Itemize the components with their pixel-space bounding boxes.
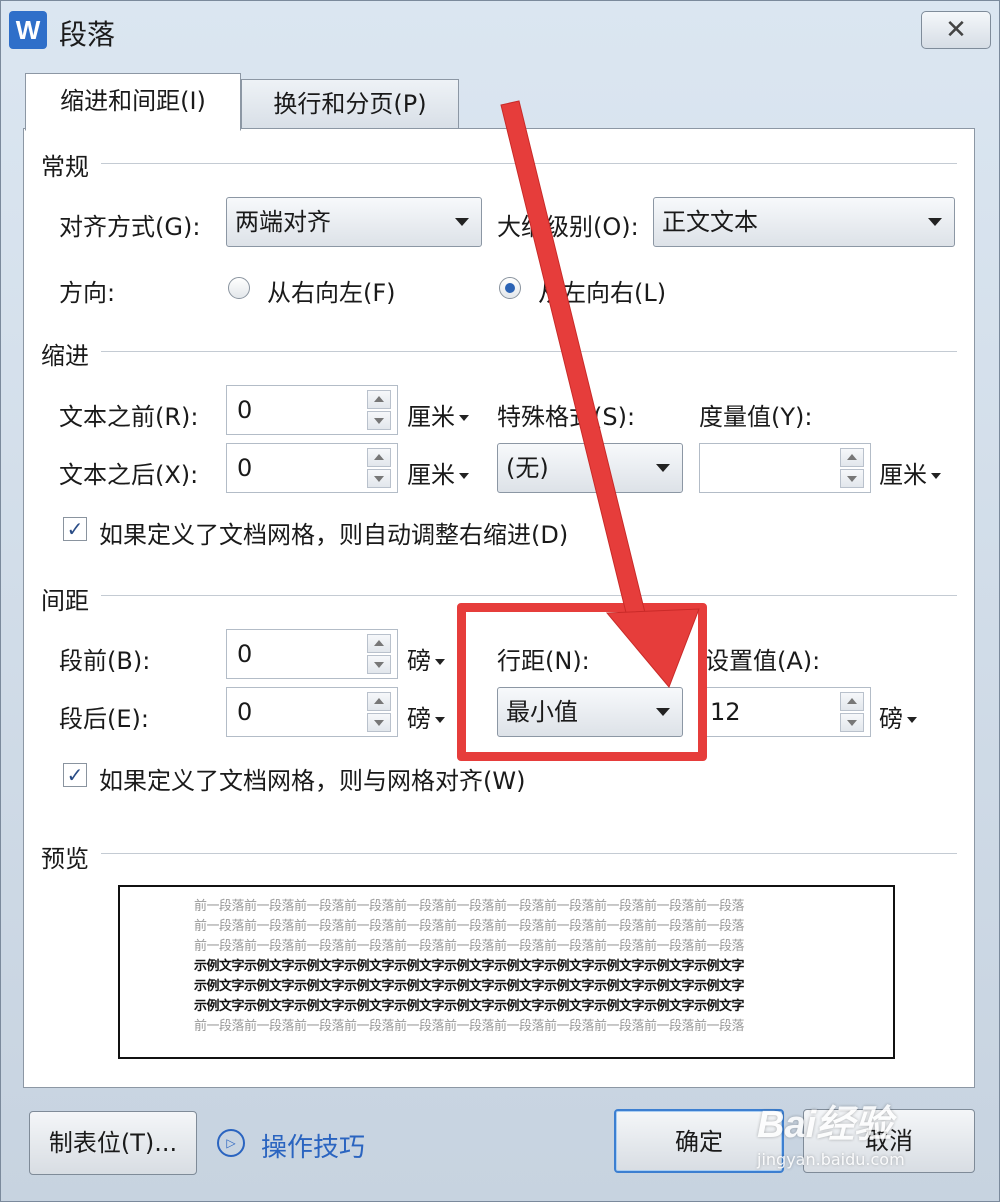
- paragraph-dialog: W 段落 ✕ 缩进和间距(I) 换行和分页(P) 常规 对齐方式(G): 两端对…: [0, 0, 1000, 1202]
- annotation-arrow-head: [605, 608, 700, 688]
- watermark-logo: Bai经验: [757, 1104, 893, 1146]
- annotation-arrow-shaft: [500, 100, 652, 642]
- watermark-url: jingyan.baidu.com: [757, 1150, 905, 1169]
- baidu-jingyan-watermark: Bai经验 jingyan.baidu.com: [757, 1093, 905, 1169]
- annotation-arrow: [500, 100, 700, 688]
